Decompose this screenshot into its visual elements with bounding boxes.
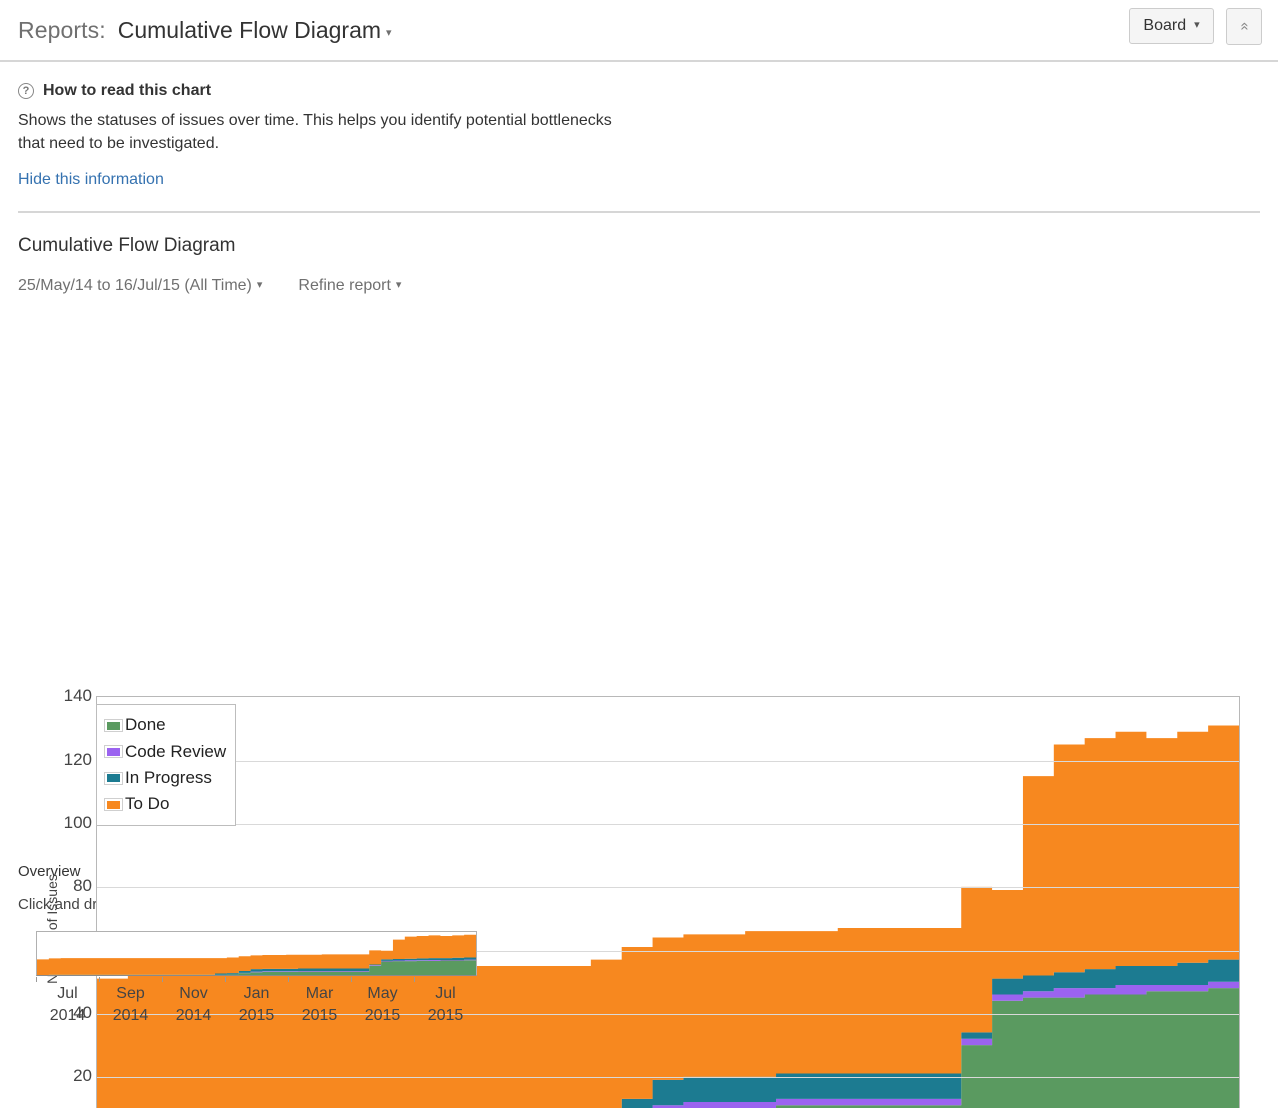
chevron-down-icon: ▾ — [386, 26, 392, 39]
y-axis-tick: 120 — [32, 750, 92, 770]
collapse-button[interactable]: « — [1226, 8, 1262, 45]
legend-label: In Progress — [125, 765, 212, 791]
legend-swatch-icon — [104, 719, 123, 732]
plot-area[interactable] — [96, 696, 1240, 1108]
chart-header: Cumulative Flow Diagram 25/May/14 to 16/… — [0, 213, 1278, 295]
hide-information-link[interactable]: Hide this information — [18, 171, 164, 189]
gridline — [97, 887, 1239, 888]
chart-title: Cumulative Flow Diagram — [18, 235, 1260, 257]
header-actions: Board ▾ « — [1129, 8, 1262, 45]
overview-axis-label: Jul2015 — [406, 983, 486, 1026]
overview-stacked-area — [37, 932, 476, 975]
legend-swatch-fill — [107, 801, 120, 809]
how-to-read-heading: ? How to read this chart — [18, 82, 1260, 100]
legend-swatch-fill — [107, 748, 120, 756]
date-range-label: 25/May/14 to 16/Jul/15 (All Time) — [18, 277, 252, 294]
page-header: Reports: Cumulative Flow Diagram ▾ Board … — [0, 0, 1278, 62]
refine-report-label: Refine report — [298, 277, 391, 294]
legend-swatch-icon — [104, 798, 123, 811]
overview-tickmark — [288, 977, 289, 982]
gridline — [97, 824, 1239, 825]
overview-tickmark — [162, 977, 163, 982]
board-button-label: Board — [1143, 17, 1186, 35]
overview-tickmark — [414, 977, 415, 982]
y-axis-tick: 100 — [32, 813, 92, 833]
overview-chart[interactable]: Jul2014Sep2014Nov2014Jan2015Mar2015May20… — [18, 931, 478, 1041]
y-axis-tick: 80 — [32, 876, 92, 896]
chevron-double-up-icon: « — [1236, 22, 1253, 30]
overview-tickmark — [351, 977, 352, 982]
overview-tick-month: Jul — [406, 983, 486, 1005]
breadcrumb: Reports: Cumulative Flow Diagram ▾ — [18, 17, 392, 44]
how-to-read-body: Shows the statuses of issues over time. … — [18, 109, 618, 155]
board-button[interactable]: Board ▾ — [1129, 8, 1213, 44]
y-axis-tick: 20 — [32, 1066, 92, 1086]
legend-swatch-icon — [104, 745, 123, 758]
overview-tickmark — [99, 977, 100, 982]
legend-label: To Do — [125, 791, 169, 817]
overview-tick-year: 2015 — [406, 1005, 486, 1027]
legend-item-code-review[interactable]: Code Review — [104, 739, 226, 765]
overview-plot-area[interactable] — [36, 931, 477, 976]
gridline — [97, 761, 1239, 762]
legend-label: Code Review — [125, 739, 226, 765]
question-mark-icon: ? — [18, 83, 34, 99]
overview-tickmark — [36, 977, 37, 982]
report-switcher[interactable]: Cumulative Flow Diagram ▾ — [118, 17, 392, 44]
stacked-area-series — [97, 697, 1239, 1108]
how-to-read-heading-text: How to read this chart — [43, 82, 211, 100]
cumulative-flow-chart[interactable]: Number of Issues 020406080100120140 Jun2… — [0, 309, 1278, 869]
overview-tickmark — [225, 977, 226, 982]
chevron-down-icon: ▾ — [1194, 19, 1200, 31]
legend-label: Done — [125, 712, 166, 738]
chevron-down-icon: ▾ — [396, 279, 402, 291]
date-range-selector[interactable]: 25/May/14 to 16/Jul/15 (All Time) ▾ — [18, 277, 262, 295]
legend-item-to-do[interactable]: To Do — [104, 791, 226, 817]
page-title: Cumulative Flow Diagram — [118, 17, 381, 43]
chevron-down-icon: ▾ — [257, 279, 263, 291]
legend-swatch-fill — [107, 774, 120, 782]
legend-item-done[interactable]: Done — [104, 712, 226, 738]
chart-legend[interactable]: DoneCode ReviewIn ProgressTo Do — [96, 704, 236, 825]
legend-swatch-icon — [104, 772, 123, 785]
chart-controls: 25/May/14 to 16/Jul/15 (All Time) ▾ Refin… — [18, 277, 1260, 295]
reports-label: Reports: — [18, 17, 106, 44]
gridline — [97, 1077, 1239, 1078]
how-to-read-panel: ? How to read this chart Shows the statu… — [0, 62, 1278, 211]
y-axis-tick: 140 — [32, 686, 92, 706]
legend-swatch-fill — [107, 722, 120, 730]
refine-report-selector[interactable]: Refine report ▾ — [298, 277, 401, 295]
legend-item-in-progress[interactable]: In Progress — [104, 765, 226, 791]
